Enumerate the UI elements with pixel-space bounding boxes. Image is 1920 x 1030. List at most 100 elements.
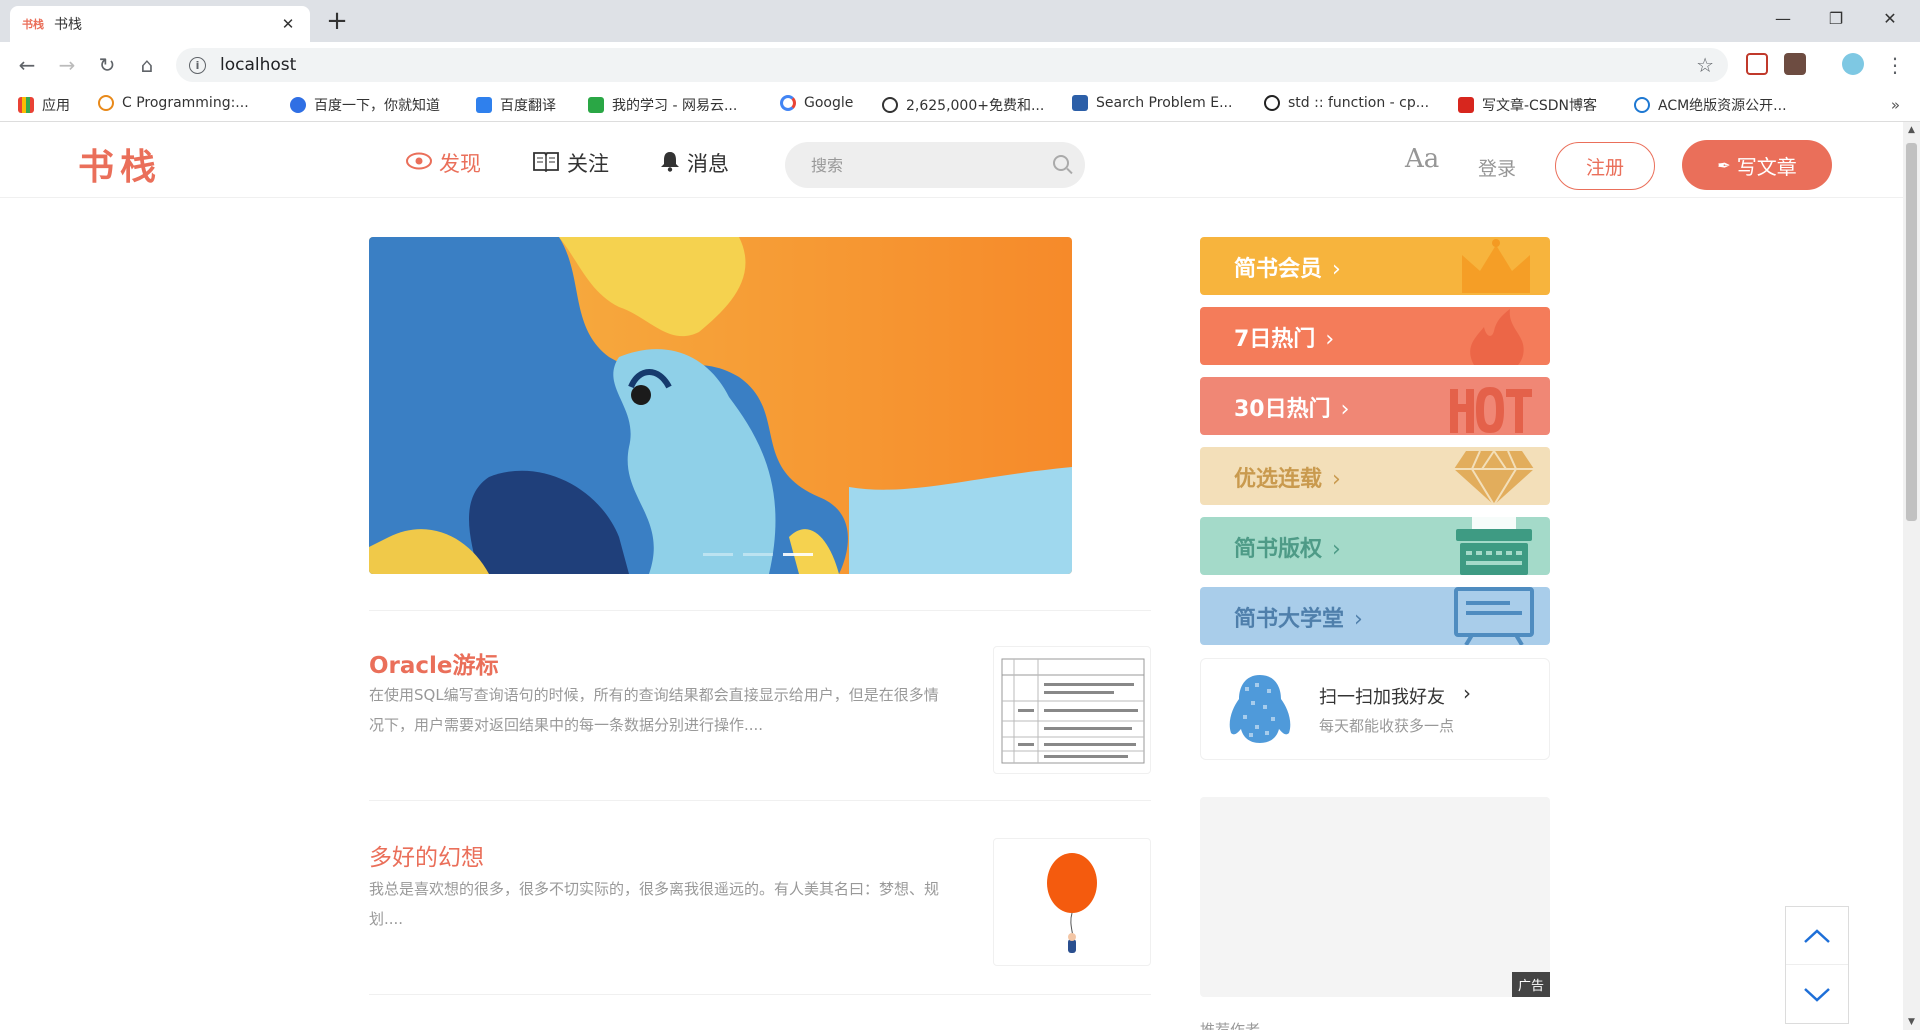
bookmark-item[interactable]: 应用 [18,95,70,115]
board-copyright[interactable]: 简书版权 › [1200,517,1550,575]
bookmark-label: 我的学习 - 网易云... [612,98,738,114]
chevron-right-icon: › [1354,607,1363,632]
nav-label: 发现 [439,152,481,176]
site-info-icon[interactable]: i [189,56,206,74]
board-member[interactable]: 简书会员 › [1200,237,1550,295]
carousel-dot[interactable] [743,553,773,556]
article-title[interactable]: 多好的幻想 [369,838,484,872]
search-input[interactable] [811,155,1031,175]
board-serial[interactable]: 优选连载 › [1200,447,1550,505]
login-link[interactable]: 登录 [1478,154,1516,181]
bookmark-label: Google [804,95,854,111]
chevron-up-icon [1804,928,1830,943]
extension-pocket-icon[interactable] [1746,53,1768,75]
c-programming-icon [98,95,114,111]
board-university[interactable]: 简书大学堂 › [1200,587,1550,645]
reload-icon[interactable]: ↻ [92,50,122,80]
bookmark-item[interactable]: Search Problem E... [1072,95,1232,111]
search-icon[interactable] [1053,155,1069,171]
scroll-up-button[interactable] [1786,907,1848,965]
tab-close-icon[interactable]: ✕ [278,15,298,33]
nav-label: 消息 [687,152,729,176]
nav-discover[interactable]: 发现 [406,148,481,178]
nav-follow[interactable]: 关注 [532,148,609,178]
board-label: 7日热门 › [1234,327,1335,352]
article-title[interactable]: Oracle游标 [369,646,499,680]
quill-icon: ✒ [1717,155,1731,175]
bookmark-item[interactable]: std :: function - cp... [1264,95,1429,111]
diamond-icon [1454,450,1534,505]
qr-add-friend-card[interactable]: 扫一扫加我好友 › 每天都能收获多一点 [1200,658,1550,760]
home-icon[interactable]: ⌂ [132,50,162,80]
chevron-right-icon: › [1332,537,1341,562]
bookmark-item[interactable]: 我的学习 - 网易云... [588,95,737,115]
board-label: 优选连载 › [1234,467,1341,492]
forward-arrow-icon[interactable]: → [52,50,82,80]
back-arrow-icon[interactable]: ← [12,50,42,80]
write-article-button[interactable]: ✒ 写文章 [1682,140,1832,190]
ad-slot[interactable]: 广告 [1200,797,1550,997]
chevron-right-icon: › [1340,397,1350,422]
article-thumbnail[interactable] [993,838,1151,966]
chevron-down-icon [1804,988,1830,1002]
apps-grid-icon [18,97,34,113]
banner-carousel[interactable] [369,237,1072,574]
book-icon [532,150,560,177]
browser-tab[interactable]: 书栈 书栈 ✕ [10,6,310,42]
carousel-indicators [703,553,813,556]
bookmark-item[interactable]: C Programming:... [98,95,249,111]
typewriter-icon [1456,517,1532,575]
bookmark-item[interactable]: ACM绝版资源公开... [1634,95,1787,115]
article-abstract: 我总是喜欢想的很多，很多不切实际的，很多离我很遥远的。有人美其名曰：梦想、规划.… [369,880,940,928]
more-bookmarks-icon[interactable]: » [1891,96,1900,114]
article-thumbnail[interactable] [993,646,1151,774]
minimize-icon[interactable]: — [1753,0,1813,36]
scroll-up-arrow-icon[interactable]: ▲ [1903,125,1920,135]
carousel-dot[interactable] [703,553,733,556]
divider [369,800,1151,801]
extension-tool-icon[interactable] [1784,53,1806,75]
search-box [785,142,1085,188]
carousel-dot-active[interactable] [783,553,813,556]
article-abstract: 在使用SQL编写查询语句的时候，所有的查询结果都会直接显示给用户，但是在很多情况… [369,686,939,734]
browser-menu-icon[interactable]: ⋮ [1880,50,1910,80]
bookmark-item[interactable]: Google [780,95,853,111]
register-button[interactable]: 注册 [1555,142,1655,190]
site-logo[interactable]: 书栈 [78,138,162,190]
bookmark-label: 百度翻译 [500,98,556,114]
netease-study-icon [588,97,604,113]
restore-window-icon[interactable]: ❐ [1806,0,1866,36]
site-favicon-icon: 书栈 [22,18,44,31]
new-tab-button[interactable]: + [322,8,352,34]
scroll-down-button[interactable] [1786,966,1848,1024]
qr-title: 扫一扫加我好友 [1319,687,1445,708]
page-scrollbar[interactable]: ▲ ▼ [1903,122,1920,1030]
chevron-right-icon: › [1463,681,1471,705]
bookmark-item[interactable]: 百度翻译 [476,95,556,115]
bookmark-label: std :: function - cp... [1288,95,1430,111]
board-label: 简书版权 › [1234,537,1341,562]
bookmark-label: 写文章-CSDN博客 [1482,98,1597,114]
nav-messages[interactable]: 消息 [660,148,729,178]
bookmark-item[interactable]: 写文章-CSDN博客 [1458,95,1597,115]
bookmark-star-icon[interactable]: ☆ [1696,53,1714,77]
bookmark-label: ACM绝版资源公开... [1658,98,1787,114]
font-settings-toggle[interactable]: Aa [1405,144,1439,174]
bookmark-item[interactable]: 2,625,000+免费和... [882,95,1044,115]
bookmark-label: 2,625,000+免费和... [906,98,1045,114]
profile-avatar-icon[interactable] [1842,53,1864,75]
board-30day-hot[interactable]: 30日热门 › [1200,377,1550,435]
board-label: 30日热门 › [1234,397,1350,422]
cppreference-icon [1264,95,1280,111]
board-7day-hot[interactable]: 7日热门 › [1200,307,1550,365]
bookmark-label: C Programming:... [122,95,249,111]
tab-title: 书栈 [54,17,82,33]
blackboard-icon [1454,587,1534,645]
address-bar[interactable]: i localhost ☆ [176,48,1728,82]
close-window-icon[interactable]: ✕ [1860,0,1920,36]
board-label: 简书会员 › [1234,257,1341,282]
scrollbar-thumb[interactable] [1905,142,1918,522]
baidu-translate-icon [476,97,492,113]
bookmark-item[interactable]: 百度一下，你就知道 [290,95,440,115]
scroll-down-arrow-icon[interactable]: ▼ [1903,1017,1920,1027]
